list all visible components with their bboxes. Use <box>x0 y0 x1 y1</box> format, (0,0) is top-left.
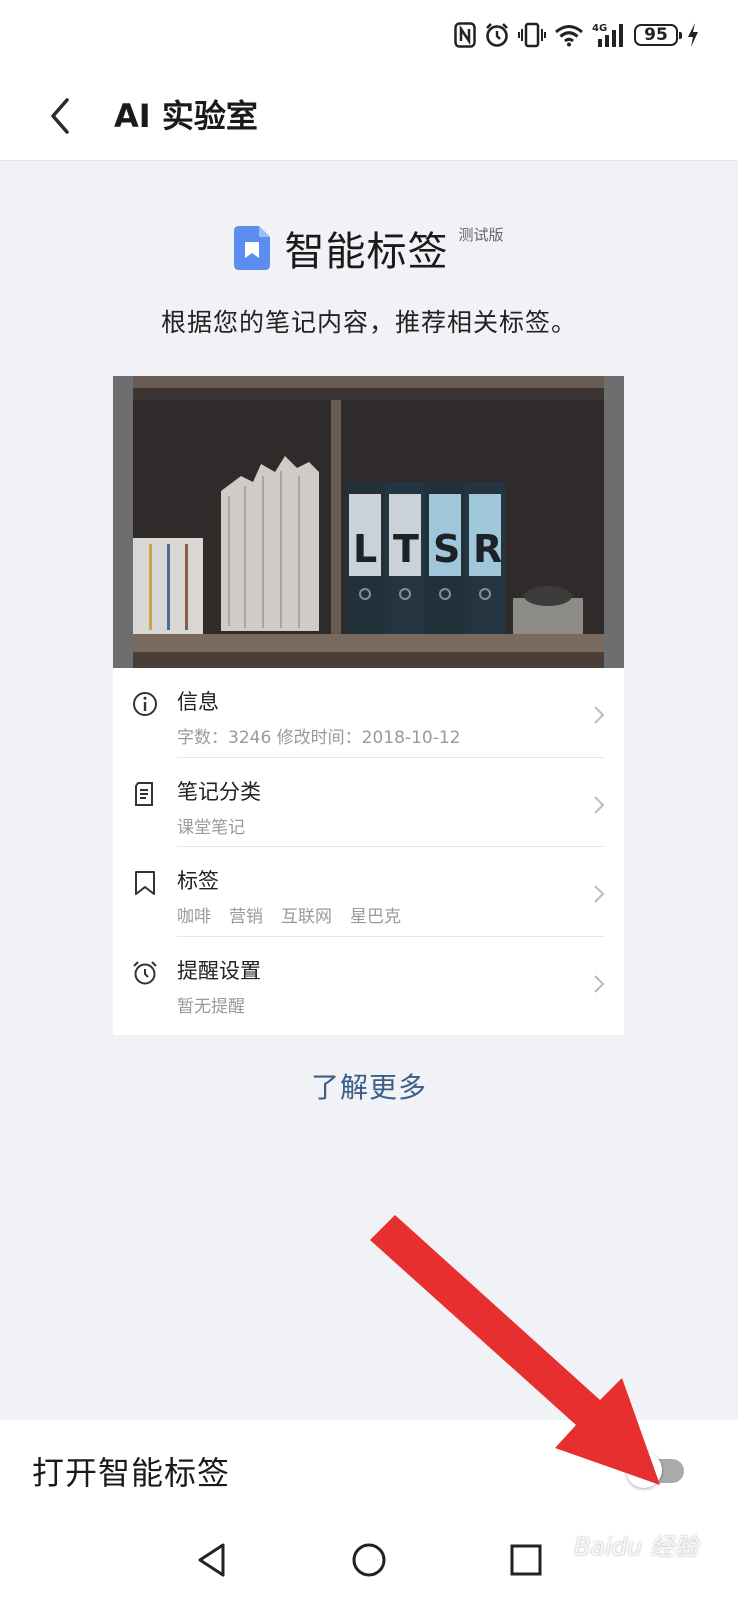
chevron-right-icon <box>594 706 605 724</box>
row-subtitle: 字数：3246 修改时间：2018-10-12 <box>177 728 461 748</box>
network-label: 4G <box>592 23 607 34</box>
binder-letter: T <box>393 527 419 571</box>
toggle-label: 打开智能标签 <box>32 1454 231 1492</box>
info-row[interactable]: 信息 字数：3246 修改时间：2018-10-12 <box>113 668 624 758</box>
category-row[interactable]: 笔记分类 课堂笔记 <box>113 758 624 848</box>
row-subtitle: 课堂笔记 <box>177 818 245 838</box>
status-bar: 4G 95 <box>0 0 738 72</box>
feature-header: 智能标签 测试版 <box>0 218 738 278</box>
binder-letter: R <box>473 527 502 571</box>
row-title: 信息 <box>177 690 219 714</box>
beta-badge: 测试版 <box>458 225 504 244</box>
binder-letter: L <box>353 527 377 571</box>
tag: 互联网 <box>281 907 332 927</box>
app-bar: AI 实验室 <box>0 72 738 161</box>
tag: 营销 <box>229 907 263 927</box>
battery-level: 95 <box>644 25 668 45</box>
tag-list: 咖啡 营销 互联网 星巴克 <box>177 902 419 927</box>
info-icon <box>133 692 157 716</box>
switch-knob <box>626 1452 662 1488</box>
row-title: 笔记分类 <box>177 780 261 804</box>
preview-image-bookshelf: L T S R <box>113 376 624 668</box>
home-circle-icon <box>352 1543 386 1577</box>
tag: 咖啡 <box>177 907 211 927</box>
smart-tag-switch[interactable] <box>626 1452 684 1488</box>
nav-recents-button[interactable] <box>502 1536 550 1584</box>
back-button[interactable] <box>36 92 84 140</box>
feature-description: 根据您的笔记内容，推荐相关标签。 <box>160 308 577 337</box>
nfc-icon <box>454 22 476 48</box>
bookmark-icon <box>135 871 155 895</box>
back-triangle-icon <box>198 1543 225 1577</box>
charging-icon <box>688 23 698 47</box>
nav-home-button[interactable] <box>345 1536 393 1584</box>
chevron-right-icon <box>594 885 605 903</box>
learn-more-link[interactable]: 了解更多 <box>0 1066 738 1106</box>
feature-title: 智能标签 <box>284 229 449 275</box>
reminder-row[interactable]: 提醒设置 暂无提醒 <box>113 937 624 1027</box>
alarm-icon <box>486 23 508 47</box>
recents-square-icon <box>510 1544 542 1576</box>
chevron-left-icon <box>51 98 69 134</box>
chevron-right-icon <box>594 975 605 993</box>
tags-row[interactable]: 标签 咖啡 营销 互联网 星巴克 <box>113 847 624 937</box>
watermark: Baidu 经验 <box>574 1533 698 1561</box>
bookmark-doc-icon <box>234 226 271 270</box>
smart-tag-toggle-row: 打开智能标签 <box>0 1420 738 1520</box>
binder-letter: S <box>433 527 460 571</box>
wifi-icon <box>555 25 583 47</box>
tag: 星巴克 <box>350 907 401 927</box>
row-subtitle: 暂无提醒 <box>177 997 245 1017</box>
nav-back-button[interactable] <box>188 1536 236 1584</box>
page-title: AI 实验室 <box>114 97 258 135</box>
preview-card: L T S R 信息 字数：3246 修改时间：2018-10-12 笔记分类 … <box>113 376 624 1035</box>
signal-4g-icon: 4G <box>592 23 623 47</box>
battery-icon: 95 <box>634 24 682 46</box>
row-title: 标签 <box>177 869 219 893</box>
row-title: 提醒设置 <box>177 959 261 983</box>
notebook-icon <box>135 782 153 806</box>
alarm-clock-icon <box>133 961 157 985</box>
status-icons: 4G 95 <box>454 20 700 50</box>
vibrate-icon <box>518 22 546 48</box>
chevron-right-icon <box>594 796 605 814</box>
